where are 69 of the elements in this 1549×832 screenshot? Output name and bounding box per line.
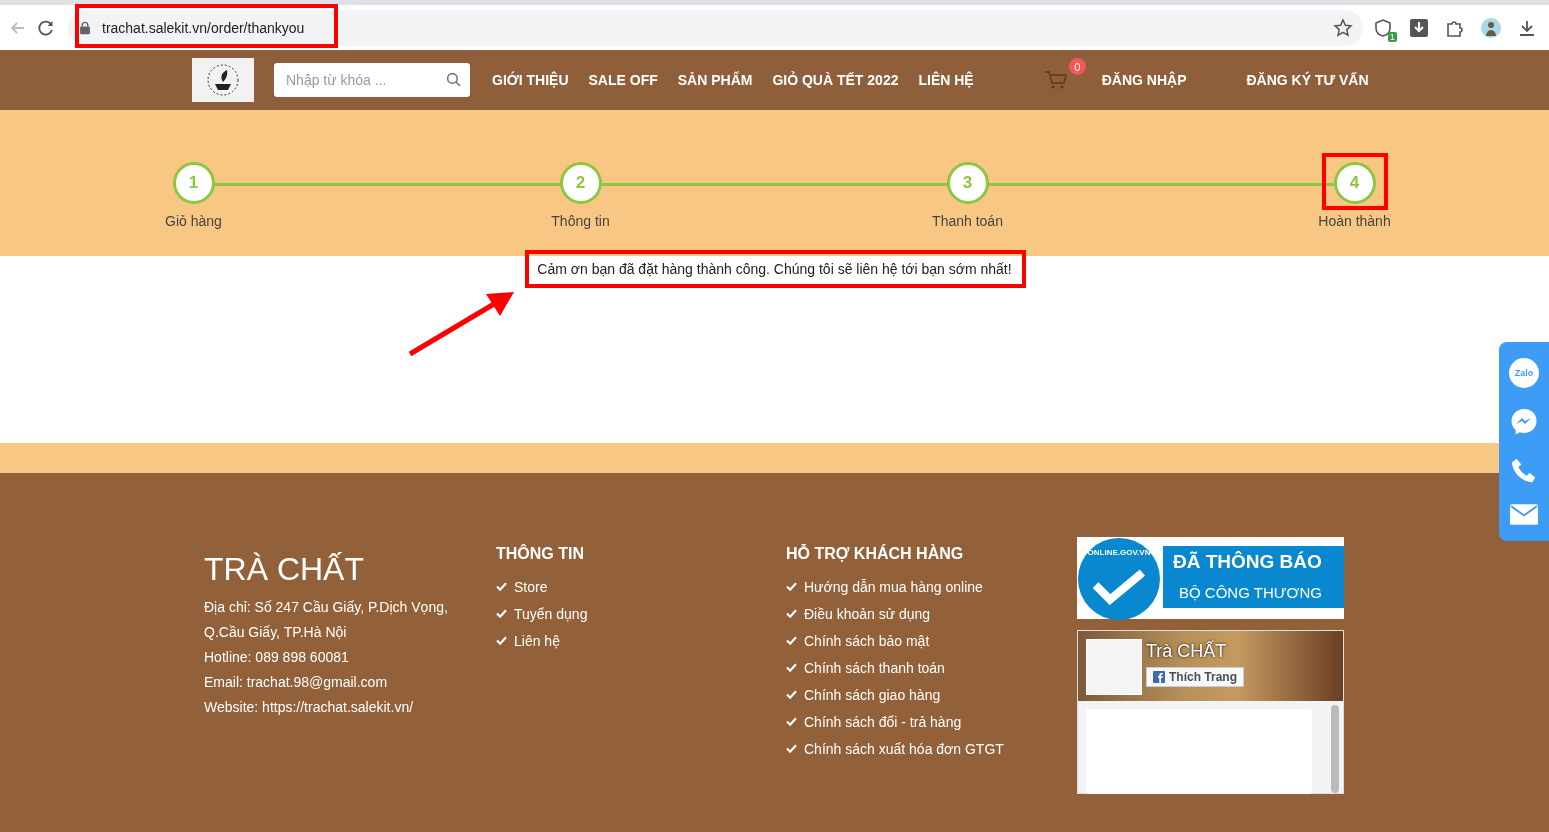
page-name[interactable]: Trà CHẤT <box>1146 641 1227 662</box>
nav-link[interactable]: SẢN PHẨM <box>667 72 763 88</box>
check-icon <box>786 609 797 618</box>
footer-brand: TRÀ CHẤT <box>204 553 365 585</box>
nav-link[interactable]: LIÊN HỆ <box>908 72 984 88</box>
check-icon <box>496 609 507 618</box>
footer-link[interactable]: Tuyển dụng <box>514 605 588 622</box>
cart-count: 0 <box>1068 58 1086 75</box>
register-link[interactable]: ĐĂNG KÝ TƯ VẤN <box>1236 72 1379 88</box>
step-number: 2 <box>559 162 602 204</box>
phone-icon[interactable] <box>1510 456 1538 485</box>
nav-link[interactable]: GIỎ QUÀ TẾT 2022 <box>762 72 909 88</box>
footer-link[interactable]: Chính sách xuất hóa đơn GTGT <box>804 740 1004 757</box>
check-icon <box>786 744 797 753</box>
address-bar[interactable]: trachat.salekit.vn/order/thankyou <box>68 9 1363 46</box>
check-icon <box>1091 569 1147 605</box>
facebook-icon <box>1153 671 1165 683</box>
notification-badge[interactable]: ONLINE.GOV.VN ĐÃ THÔNG BÁO BỘ CÔNG THƯƠNG <box>1077 537 1344 619</box>
shield-icon[interactable] <box>1373 17 1393 38</box>
highlight-frame <box>1322 153 1388 210</box>
step-number: 3 <box>946 162 989 204</box>
step-number: 4 <box>1333 162 1376 204</box>
contact-info: Email: trachat.98@gmail.com <box>204 673 389 692</box>
like-button[interactable]: Thích Trang <box>1146 667 1244 687</box>
step-label: Thanh toán <box>932 213 1003 229</box>
badge-subtitle: BỘ CÔNG THƯƠNG <box>1179 585 1322 600</box>
footer-link[interactable]: Hướng dẫn mua hàng online <box>804 578 983 595</box>
download-box-icon[interactable] <box>1409 17 1429 38</box>
footer-heading: THÔNG TIN <box>496 545 585 563</box>
zalo-button[interactable]: Zalo <box>1509 357 1539 388</box>
footer-link[interactable]: Chính sách bảo mật <box>804 632 930 649</box>
footer-link[interactable]: Chính sách thanh toán <box>804 659 945 676</box>
footer-link[interactable]: Chính sách đổi - trả hàng <box>804 713 962 730</box>
success-message: Cảm ơn bạn đã đặt hàng thành công. Chúng tôi sẽ liên hệ tới bạn sớm nhất! <box>537 261 1012 277</box>
scrollbar[interactable] <box>1331 705 1339 793</box>
page-logo <box>1086 639 1142 695</box>
nav-link[interactable]: GIỚI THIỆU <box>482 72 579 88</box>
footer-link[interactable]: Liên hệ <box>514 632 560 649</box>
check-icon <box>496 636 507 645</box>
contact-info: Hotline: 089 898 60081 <box>204 648 350 667</box>
search-icon[interactable] <box>446 72 462 88</box>
check-icon <box>786 663 797 672</box>
step-label: Giỏ hàng <box>165 213 222 229</box>
footer-heading: HỖ TRỢ KHÁCH HÀNG <box>786 545 965 563</box>
login-link[interactable]: ĐĂNG NHẬP <box>1091 72 1197 88</box>
extension-badge: 1 <box>1388 31 1397 42</box>
badge-title: ĐÃ THÔNG BÁO <box>1173 552 1322 571</box>
footer-link[interactable]: Store <box>514 578 548 595</box>
avatar-icon[interactable] <box>1481 17 1501 38</box>
check-icon <box>786 717 797 726</box>
check-icon <box>786 582 797 591</box>
url-text: trachat.salekit.vn/order/thankyou <box>102 19 305 36</box>
footer-link[interactable]: Chính sách giao hàng <box>804 686 941 703</box>
contact-info: Địa chỉ: Số 247 Cầu Giấy, P.Dịch Vọng, Q.Cầu Giấy, TP.Hà Nội <box>204 598 449 642</box>
logo[interactable] <box>192 58 254 102</box>
step-label: Hoàn thành <box>1318 213 1391 229</box>
nav-link[interactable]: SALE OFF <box>578 72 668 88</box>
footer-link[interactable]: Điều khoản sử dụng <box>804 605 931 622</box>
check-icon <box>496 582 507 591</box>
contact-info: Website: https://trachat.salekit.vn/ <box>204 698 415 717</box>
check-icon <box>786 636 797 645</box>
seal-text: ONLINE.GOV.VN <box>1087 548 1151 557</box>
step-number: 1 <box>172 162 215 204</box>
star-icon[interactable] <box>1333 17 1353 38</box>
search-field[interactable]: Nhập từ khóa ... <box>274 63 470 97</box>
mail-icon[interactable] <box>1510 504 1538 526</box>
check-icon <box>786 690 797 699</box>
step-label: Thông tin <box>551 213 610 229</box>
lock-icon <box>78 19 92 36</box>
